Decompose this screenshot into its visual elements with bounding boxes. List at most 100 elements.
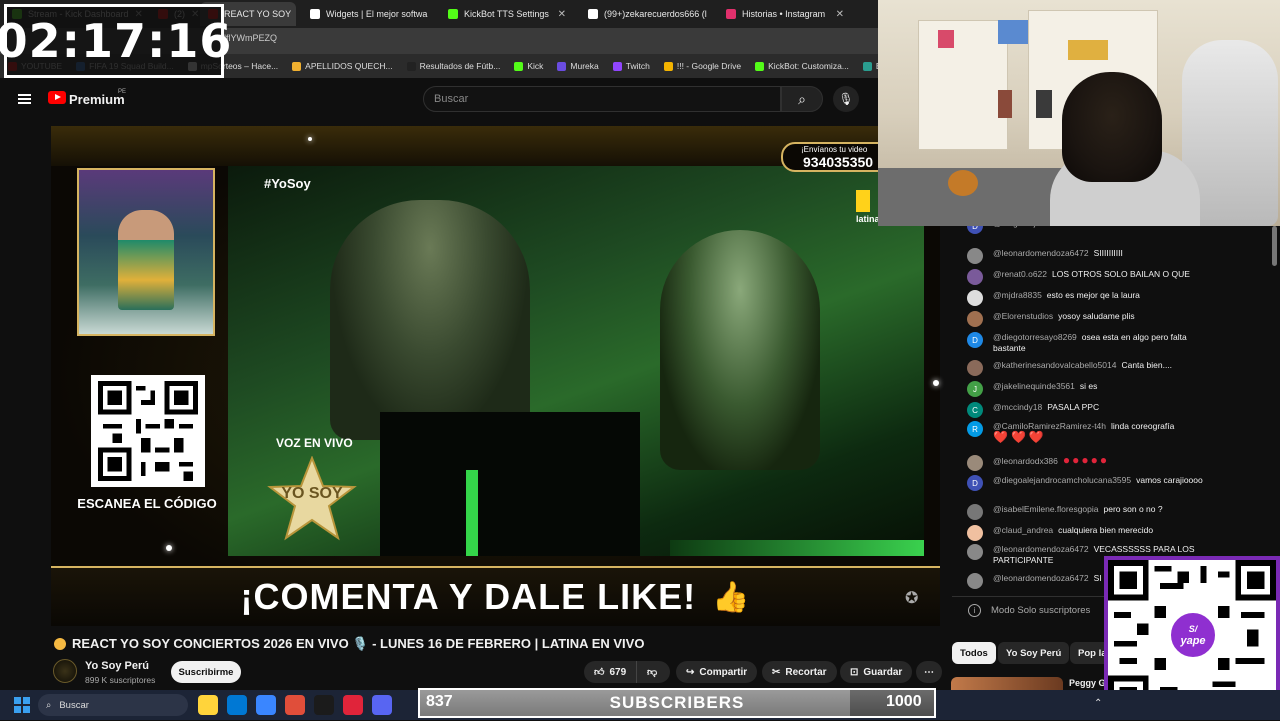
chat-username[interactable]: @isabelEmilene.floresgopia <box>993 504 1099 514</box>
chat-message[interactable]: R @CamiloRamirezRamirez-t4h linda coreogra… <box>967 421 1207 442</box>
yape-brand: yape <box>1180 635 1206 647</box>
chat-username[interactable]: @mccindy18 <box>993 402 1042 412</box>
chat-text: pero son o no ? <box>1103 504 1163 514</box>
chat-message[interactable]: @isabelEmilene.floresgopia pero son o no … <box>967 504 1207 520</box>
chat-message[interactable]: @Elorenstudios yosoy saludame plis <box>967 311 1207 327</box>
youtube-premium-label[interactable]: Premium <box>69 92 125 107</box>
bookmark-favicon-icon <box>755 61 765 71</box>
bookmark-item[interactable]: APELLIDOS QUECH... <box>292 61 393 71</box>
taskbar-app-icon[interactable] <box>256 695 276 715</box>
bookmark-favicon-icon <box>557 61 567 71</box>
youtube-logo-icon[interactable] <box>48 91 66 104</box>
browser-tab[interactable]: (99+)zekarecuerdos666 (l✕ <box>580 2 712 26</box>
like-button[interactable]: 👍︎ 679 <box>584 661 636 683</box>
chat-avatar[interactable]: D <box>967 332 983 348</box>
channel-name[interactable]: Yo Soy Perú <box>85 660 149 672</box>
chat-avatar[interactable] <box>967 360 983 376</box>
chat-username[interactable]: @diegotorresayo8269 <box>993 332 1077 342</box>
chat-avatar[interactable] <box>967 455 983 471</box>
chat-message[interactable]: J @jakelinequinde3561 si es <box>967 381 1207 397</box>
save-button[interactable]: ⊡ Guardar <box>840 661 913 683</box>
chat-message[interactable]: @katherinesandovalcabello5014 Canta bien.… <box>967 360 1207 376</box>
chat-username[interactable]: @claud_andrea <box>993 525 1053 535</box>
filter-chip[interactable]: Yo Soy Perú <box>998 642 1070 664</box>
subscribe-button[interactable]: Suscribirme <box>171 661 241 683</box>
more-actions-button[interactable]: ⋯ <box>916 661 942 683</box>
chat-username[interactable]: @mjdra8835 <box>993 290 1042 300</box>
dislike-icon: 👎︎ <box>647 667 658 678</box>
chat-avatar[interactable]: C <box>967 402 983 418</box>
chat-avatar[interactable] <box>967 573 983 589</box>
bookmark-item[interactable]: Kick <box>514 61 543 71</box>
chat-avatar[interactable]: J <box>967 381 983 397</box>
chat-username[interactable]: @katherinesandovalcabello5014 <box>993 360 1116 370</box>
chat-message[interactable]: @claud_andrea cualquiera bien merecido <box>967 525 1207 541</box>
filter-chip[interactable]: Todos <box>952 642 996 664</box>
share-icon: ↪ <box>686 666 695 678</box>
chat-avatar[interactable] <box>967 525 983 541</box>
chat-scrollbar[interactable] <box>1272 226 1277 266</box>
search-button[interactable]: ⌕ <box>781 86 823 112</box>
chat-avatar[interactable] <box>967 248 983 264</box>
chat-username[interactable]: @leonardomendoza6472 <box>993 544 1089 554</box>
chat-username[interactable]: @leonardomendoza6472 <box>993 573 1089 583</box>
chat-avatar[interactable] <box>967 544 983 560</box>
chat-username[interactable]: @Elorenstudios <box>993 311 1053 321</box>
chat-message[interactable]: D @diegoalejandrocamcholucana3595 vamos ca… <box>967 475 1207 491</box>
chat-username[interactable]: @jakelinequinde3561 <box>993 381 1075 391</box>
taskbar-app-icon[interactable] <box>198 695 218 715</box>
taskbar-search[interactable]: ⌕ Buscar <box>38 694 188 716</box>
dislike-button[interactable]: 👎︎ <box>636 661 670 683</box>
clip-button[interactable]: ✂ Recortar <box>762 661 837 683</box>
tab-close-icon[interactable]: ✕ <box>836 9 844 20</box>
bookmark-item[interactable]: Mureka <box>557 61 599 71</box>
chat-avatar[interactable] <box>967 504 983 520</box>
taskbar-app-icon[interactable] <box>227 695 247 715</box>
chat-message[interactable]: @leonardodx386 ●●●●● <box>967 454 1207 471</box>
chat-message-body: @leonardomendoza6472 SIIIIIIIIII <box>993 248 1123 259</box>
bookmark-item[interactable]: KickBot: Customiza... <box>755 61 849 71</box>
qr-code <box>91 375 205 487</box>
chat-avatar[interactable]: D <box>967 475 983 491</box>
mic-button[interactable]: 🎙 <box>833 86 859 112</box>
tray-chevron-up-icon[interactable]: ⌃ <box>1094 698 1102 709</box>
recommended-title[interactable]: Peggy G <box>1069 678 1106 688</box>
bookmark-item[interactable]: !!! - Google Drive <box>663 61 741 71</box>
chat-avatar[interactable] <box>967 269 983 285</box>
chat-message[interactable]: @leonardomendoza6472 SIIIIIIIIII <box>967 248 1207 264</box>
browser-tab[interactable]: Widgets | El mejor softwa ✕ <box>302 2 434 26</box>
bookmark-label: Twitch <box>625 61 650 71</box>
taskbar-app-icon[interactable] <box>285 695 305 715</box>
chat-message[interactable]: @mjdra8835 esto es mejor qe la laura <box>967 290 1207 306</box>
bookmark-favicon-icon <box>514 61 524 71</box>
chat-avatar[interactable] <box>967 290 983 306</box>
menu-icon[interactable] <box>18 94 31 104</box>
latina-logo-mark <box>856 190 870 212</box>
video-title: REACT YO SOY CONCIERTOS 2026 EN VIVO 🎙️ … <box>54 636 644 652</box>
search-input[interactable]: Buscar <box>423 86 781 112</box>
taskbar-app-icon[interactable] <box>314 695 334 715</box>
chat-avatar[interactable] <box>967 311 983 327</box>
chat-username[interactable]: @leonardomendoza6472 <box>993 248 1089 258</box>
share-button[interactable]: ↪ Compartir <box>676 661 758 683</box>
chat-username[interactable]: @diegoalejandrocamcholucana3595 <box>993 475 1131 485</box>
chat-username[interactable]: @leonardodx386 <box>993 456 1058 466</box>
browser-tab[interactable]: Historias • Instagram ✕ <box>718 2 852 26</box>
channel-avatar[interactable] <box>53 659 77 683</box>
chat-message[interactable]: @renat0.o622 LOS OTROS SOLO BAILAN O QUE <box>967 269 1207 285</box>
chat-message[interactable]: C @mccindy18 PASALA PPC <box>967 402 1207 418</box>
chat-username[interactable]: @renat0.o622 <box>993 269 1047 279</box>
chat-message[interactable]: D @diegotorresayo8269 osea esta en algo pe… <box>967 332 1207 353</box>
recommended-thumbnail[interactable] <box>951 677 1063 691</box>
tab-close-icon[interactable]: ✕ <box>433 9 434 20</box>
chat-avatar[interactable]: R <box>967 421 983 437</box>
browser-tab[interactable]: KickBot TTS Settings ✕ <box>440 2 574 26</box>
tab-close-icon[interactable]: ✕ <box>558 9 566 20</box>
chat-text: cualquiera bien merecido <box>1058 525 1154 535</box>
bookmark-favicon-icon <box>406 61 416 71</box>
bookmark-item[interactable]: Twitch <box>612 61 650 71</box>
taskbar-app-icon[interactable] <box>372 695 392 715</box>
windows-start-icon[interactable] <box>14 697 30 713</box>
taskbar-app-icon[interactable] <box>343 695 363 715</box>
bookmark-item[interactable]: Resultados de Fútb... <box>406 61 500 71</box>
